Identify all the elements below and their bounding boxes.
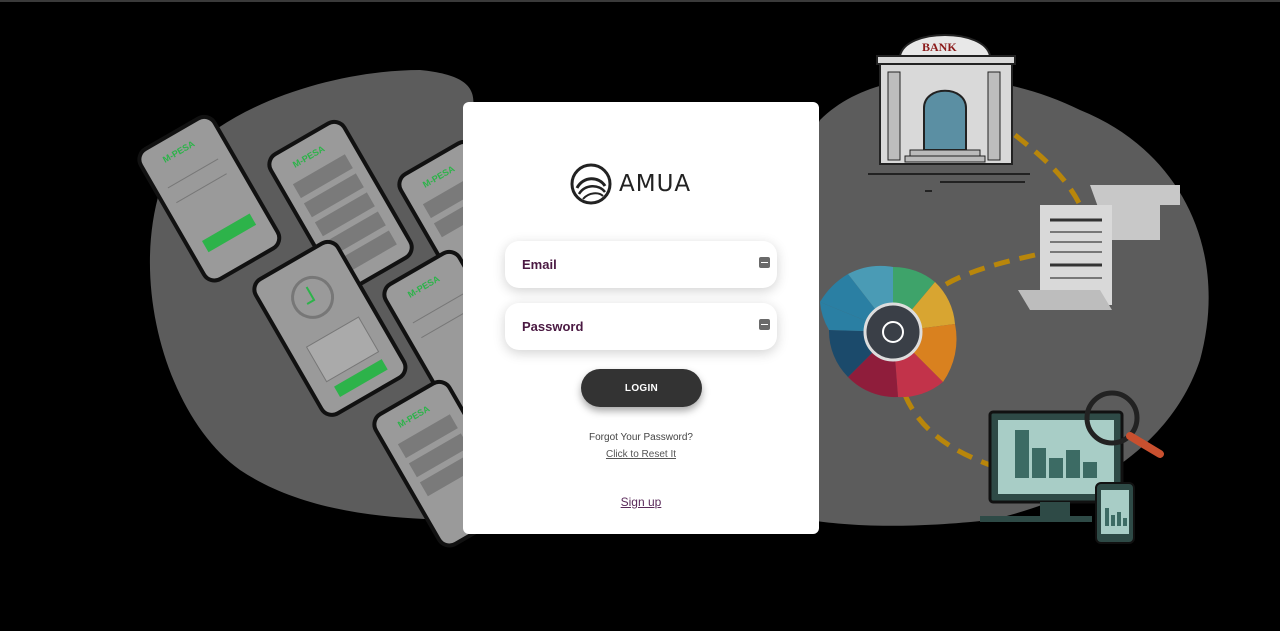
password-input[interactable] [505,303,777,350]
password-manager-icon[interactable] [759,257,770,268]
svg-text:BANK: BANK [922,40,957,54]
email-input[interactable] [505,241,777,288]
brand-name: AMUA [619,171,692,197]
reset-password-row: Click to Reset It [463,449,819,460]
password-manager-icon[interactable] [759,319,770,330]
email-field-container [505,241,777,288]
password-field-container [505,303,777,350]
login-card: AMUA LOGIN Forgot Your Password? Click t… [463,102,819,534]
forgot-password-text: Forgot Your Password? [589,432,693,443]
signup-row: Sign up [463,495,819,509]
signup-link[interactable]: Sign up [621,495,662,509]
login-button[interactable]: LOGIN [581,369,702,407]
reset-password-link[interactable]: Click to Reset It [606,449,676,460]
